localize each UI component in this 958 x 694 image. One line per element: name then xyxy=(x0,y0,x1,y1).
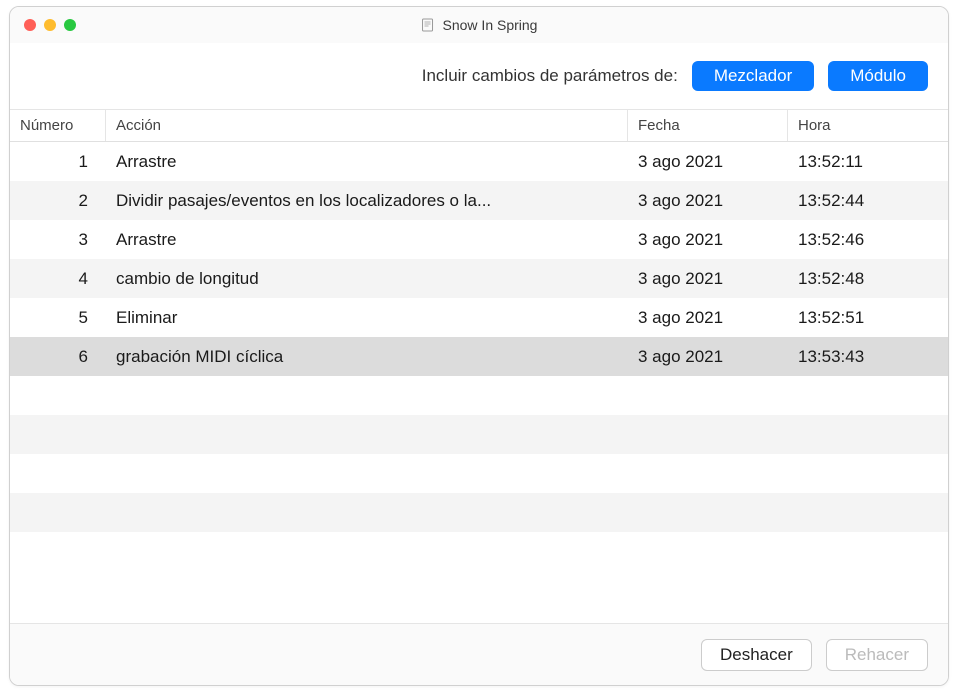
cell-number: 3 xyxy=(10,220,106,259)
cell-date: 3 ago 2021 xyxy=(628,181,788,220)
cell-action: grabación MIDI cíclica xyxy=(106,337,628,376)
cell-number: 4 xyxy=(10,259,106,298)
history-table: Número Acción Fecha Hora 1Arrastre3 ago … xyxy=(10,109,948,623)
header-time[interactable]: Hora xyxy=(788,110,948,141)
mixer-button[interactable]: Mezclador xyxy=(692,61,814,91)
empty-row xyxy=(10,454,948,493)
empty-row xyxy=(10,376,948,415)
cell-number: 1 xyxy=(10,142,106,181)
cell-date: 3 ago 2021 xyxy=(628,259,788,298)
cell-action: Dividir pasajes/eventos en los localizad… xyxy=(106,181,628,220)
redo-button[interactable]: Rehacer xyxy=(826,639,928,671)
cell-date: 3 ago 2021 xyxy=(628,142,788,181)
maximize-button[interactable] xyxy=(64,19,76,31)
undo-button[interactable]: Deshacer xyxy=(701,639,812,671)
header-number[interactable]: Número xyxy=(10,110,106,141)
footer: Deshacer Rehacer xyxy=(10,623,948,685)
table-row[interactable]: 3Arrastre3 ago 202113:52:46 xyxy=(10,220,948,259)
cell-time: 13:52:11 xyxy=(788,142,948,181)
cell-action: Arrastre xyxy=(106,142,628,181)
cell-time: 13:52:51 xyxy=(788,298,948,337)
table-row[interactable]: 6grabación MIDI cíclica3 ago 202113:53:4… xyxy=(10,337,948,376)
toolbar-buttons: Mezclador Módulo xyxy=(692,61,928,91)
cell-date: 3 ago 2021 xyxy=(628,298,788,337)
cell-time: 13:52:46 xyxy=(788,220,948,259)
cell-time: 13:52:48 xyxy=(788,259,948,298)
cell-time: 13:52:44 xyxy=(788,181,948,220)
document-icon xyxy=(421,18,435,32)
include-changes-label: Incluir cambios de parámetros de: xyxy=(422,66,678,86)
table-header: Número Acción Fecha Hora xyxy=(10,110,948,142)
cell-action: Arrastre xyxy=(106,220,628,259)
cell-number: 2 xyxy=(10,181,106,220)
window-title: Snow In Spring xyxy=(443,17,538,33)
table-row[interactable]: 4cambio de longitud3 ago 202113:52:48 xyxy=(10,259,948,298)
header-date[interactable]: Fecha xyxy=(628,110,788,141)
table-row[interactable]: 1Arrastre3 ago 202113:52:11 xyxy=(10,142,948,181)
close-button[interactable] xyxy=(24,19,36,31)
table-row[interactable]: 5Eliminar3 ago 202113:52:51 xyxy=(10,298,948,337)
undo-history-window: Snow In Spring Incluir cambios de paráme… xyxy=(9,6,949,686)
titlebar: Snow In Spring xyxy=(10,7,948,43)
toolbar: Incluir cambios de parámetros de: Mezcla… xyxy=(10,43,948,109)
window-title-area: Snow In Spring xyxy=(421,17,538,33)
minimize-button[interactable] xyxy=(44,19,56,31)
table-body: 1Arrastre3 ago 202113:52:112Dividir pasa… xyxy=(10,142,948,571)
header-action[interactable]: Acción xyxy=(106,110,628,141)
cell-number: 6 xyxy=(10,337,106,376)
cell-time: 13:53:43 xyxy=(788,337,948,376)
empty-row xyxy=(10,532,948,571)
cell-action: cambio de longitud xyxy=(106,259,628,298)
empty-row xyxy=(10,493,948,532)
cell-date: 3 ago 2021 xyxy=(628,220,788,259)
table-row[interactable]: 2Dividir pasajes/eventos en los localiza… xyxy=(10,181,948,220)
cell-action: Eliminar xyxy=(106,298,628,337)
traffic-lights xyxy=(24,19,76,31)
cell-number: 5 xyxy=(10,298,106,337)
empty-row xyxy=(10,415,948,454)
cell-date: 3 ago 2021 xyxy=(628,337,788,376)
module-button[interactable]: Módulo xyxy=(828,61,928,91)
